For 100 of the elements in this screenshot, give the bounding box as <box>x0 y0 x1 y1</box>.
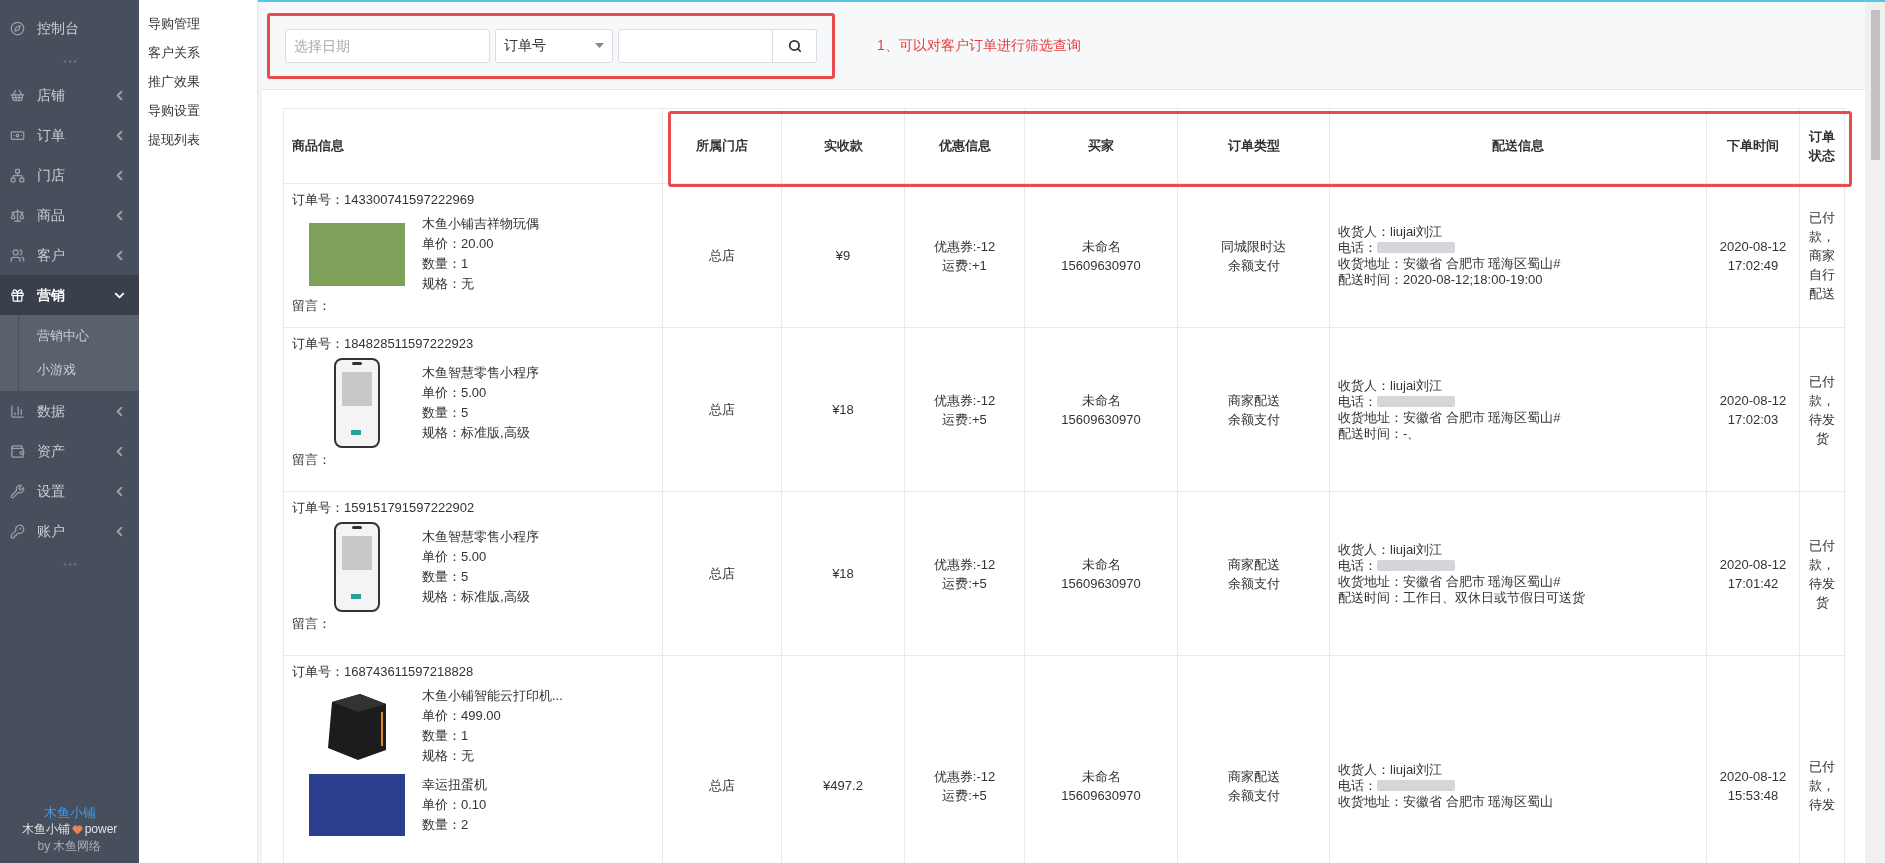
delivery-time-text: 配送时间：2020-08-12;18:00-19:00 <box>1338 271 1543 288</box>
subnav-item[interactable]: 推广效果 <box>148 70 200 94</box>
discount-text: 优惠券:-12 <box>933 767 996 786</box>
recipient-text: 收货人：liujai刘江 <box>1338 377 1442 394</box>
product-detail: 数量：1 <box>422 727 470 745</box>
product-detail: 单价：499.00 <box>422 707 502 725</box>
order-number: 订单号：184828511597222923 <box>292 335 475 353</box>
date-field[interactable]: 选择日期 <box>285 28 490 63</box>
order-type-text: 余额支付 <box>1227 256 1280 275</box>
sidebar-item[interactable]: 订单 <box>0 115 139 155</box>
buyer-text: 未命名 <box>1081 555 1121 574</box>
status-text: 已付款，商家自行配送 <box>1808 209 1836 303</box>
key-icon <box>10 523 25 539</box>
compass-icon <box>10 20 25 36</box>
bar-chart-icon <box>10 403 25 419</box>
product-detail: 单价：0.10 <box>422 796 487 814</box>
product-detail: 数量：5 <box>422 404 470 422</box>
gift-icon <box>10 287 25 303</box>
product-name: 幸运扭蛋机 <box>422 776 487 794</box>
discount-text: 运费:+1 <box>942 256 987 275</box>
wallet-icon <box>10 443 25 459</box>
product-name: 木鱼小铺智能云打印机... <box>422 687 563 705</box>
phone-label: 电话： <box>1338 557 1377 574</box>
sidebar-item[interactable]: 账户 <box>0 511 139 551</box>
subnav-item[interactable]: 导购设置 <box>148 99 200 123</box>
scrollbar-thumb[interactable] <box>1870 10 1880 160</box>
product-name: 木鱼智慧零售小程序 <box>422 364 539 382</box>
field-select[interactable]: 订单号 <box>495 28 613 63</box>
brand-name: 木鱼小铺 <box>43 804 96 821</box>
credit-text: power <box>84 821 118 838</box>
subnav-item[interactable]: 客户关系 <box>148 41 200 65</box>
column-header: 下单时间 <box>1727 138 1779 154</box>
sidebar-item[interactable]: 资产 <box>0 431 139 471</box>
sidebar-item[interactable]: 门店 <box>0 155 139 195</box>
sidebar-item[interactable]: 设置 <box>0 471 139 511</box>
submenu-item[interactable]: 营销中心 <box>19 319 139 353</box>
order-time-text: 17:02:03 <box>1727 410 1779 429</box>
dots-icon <box>62 60 77 63</box>
users-icon <box>10 247 25 263</box>
store-name: 总店 <box>709 565 735 581</box>
recipient-text: 收货人：liujai刘江 <box>1338 541 1442 558</box>
sidebar-item[interactable]: 店铺 <box>0 75 139 115</box>
column-header: 买家 <box>1088 138 1114 154</box>
note-label: 留言： <box>292 451 332 469</box>
buyer-text: 15609630970 <box>1061 574 1141 593</box>
product-detail: 单价：5.00 <box>422 384 488 402</box>
address-text: 收货地址：安徽省 合肥市 瑶海区蜀山# <box>1338 573 1561 590</box>
column-header: 商品信息 <box>292 138 344 154</box>
amount-text: ¥18 <box>832 401 854 417</box>
buyer-text: 未命名 <box>1081 391 1121 410</box>
subnav-item[interactable]: 导购管理 <box>148 12 200 36</box>
order-type-text: 商家配送 <box>1227 391 1280 410</box>
store-name: 总店 <box>709 401 735 417</box>
order-type-text: 同城限时达 <box>1221 237 1286 256</box>
phone-label: 电话： <box>1338 393 1377 410</box>
search-button[interactable] <box>773 28 817 63</box>
address-text: 收货地址：安徽省 合肥市 瑶海区蜀山# <box>1338 409 1561 426</box>
order-number: 订单号：159151791597222902 <box>292 499 476 517</box>
product-detail: 数量：1 <box>422 255 470 273</box>
address-text: 收货地址：安徽省 合肥市 瑶海区蜀山 <box>1338 793 1554 810</box>
order-number: 订单号：143300741597222969 <box>292 191 476 209</box>
sidebar-item[interactable]: 商品 <box>0 195 139 235</box>
amount-text: ¥18 <box>832 565 854 581</box>
keyword-field[interactable] <box>618 28 773 63</box>
store-name: 总店 <box>709 777 735 793</box>
byline-text: by 木鱼网络 <box>37 838 102 855</box>
order-time-text: 17:02:49 <box>1727 256 1779 275</box>
buyer-text: 未命名 <box>1081 767 1121 786</box>
hierarchy-icon <box>10 167 25 183</box>
store-name: 总店 <box>709 247 735 263</box>
scrollbar[interactable] <box>1865 2 1885 863</box>
order-time-text: 2020-08-12 <box>1719 555 1787 574</box>
order-time-text: 2020-08-12 <box>1719 391 1787 410</box>
wrench-icon <box>10 483 25 499</box>
product-detail: 单价：5.00 <box>422 548 488 566</box>
sidebar-item[interactable]: 客户 <box>0 235 139 275</box>
product-detail: 单价：20.00 <box>422 235 495 253</box>
order-number: 订单号：168743611597218828 <box>292 663 475 681</box>
order-type-text: 余额支付 <box>1227 786 1280 805</box>
sidebar-item[interactable]: 数据 <box>0 391 139 431</box>
column-header: 实收款 <box>823 138 863 154</box>
sidebar-item[interactable]: 控制台 <box>0 8 139 48</box>
phone-label: 电话： <box>1338 239 1377 256</box>
sidebar-item[interactable]: 营销 <box>0 275 139 315</box>
annotation-text: 1、可以对客户订单进行筛选查询 <box>877 36 1081 55</box>
scale-icon <box>10 207 25 223</box>
status-text: 已付款，待发货 <box>1808 372 1836 448</box>
column-header: 订单状态 <box>1807 128 1836 165</box>
product-detail: 规格：标准版,高级 <box>422 588 531 606</box>
discount-text: 运费:+5 <box>942 574 987 593</box>
order-time-text: 2020-08-12 <box>1719 767 1787 786</box>
submenu-item[interactable]: 小游戏 <box>19 353 139 387</box>
discount-text: 优惠券:-12 <box>933 391 996 410</box>
status-text: 已付款，待发 <box>1808 758 1836 814</box>
order-type-text: 商家配送 <box>1227 555 1280 574</box>
column-header: 订单类型 <box>1227 138 1280 154</box>
buyer-text: 未命名 <box>1081 237 1121 256</box>
subnav-item[interactable]: 提现列表 <box>148 128 200 152</box>
discount-text: 优惠券:-12 <box>933 237 996 256</box>
discount-text: 运费:+5 <box>942 410 987 429</box>
